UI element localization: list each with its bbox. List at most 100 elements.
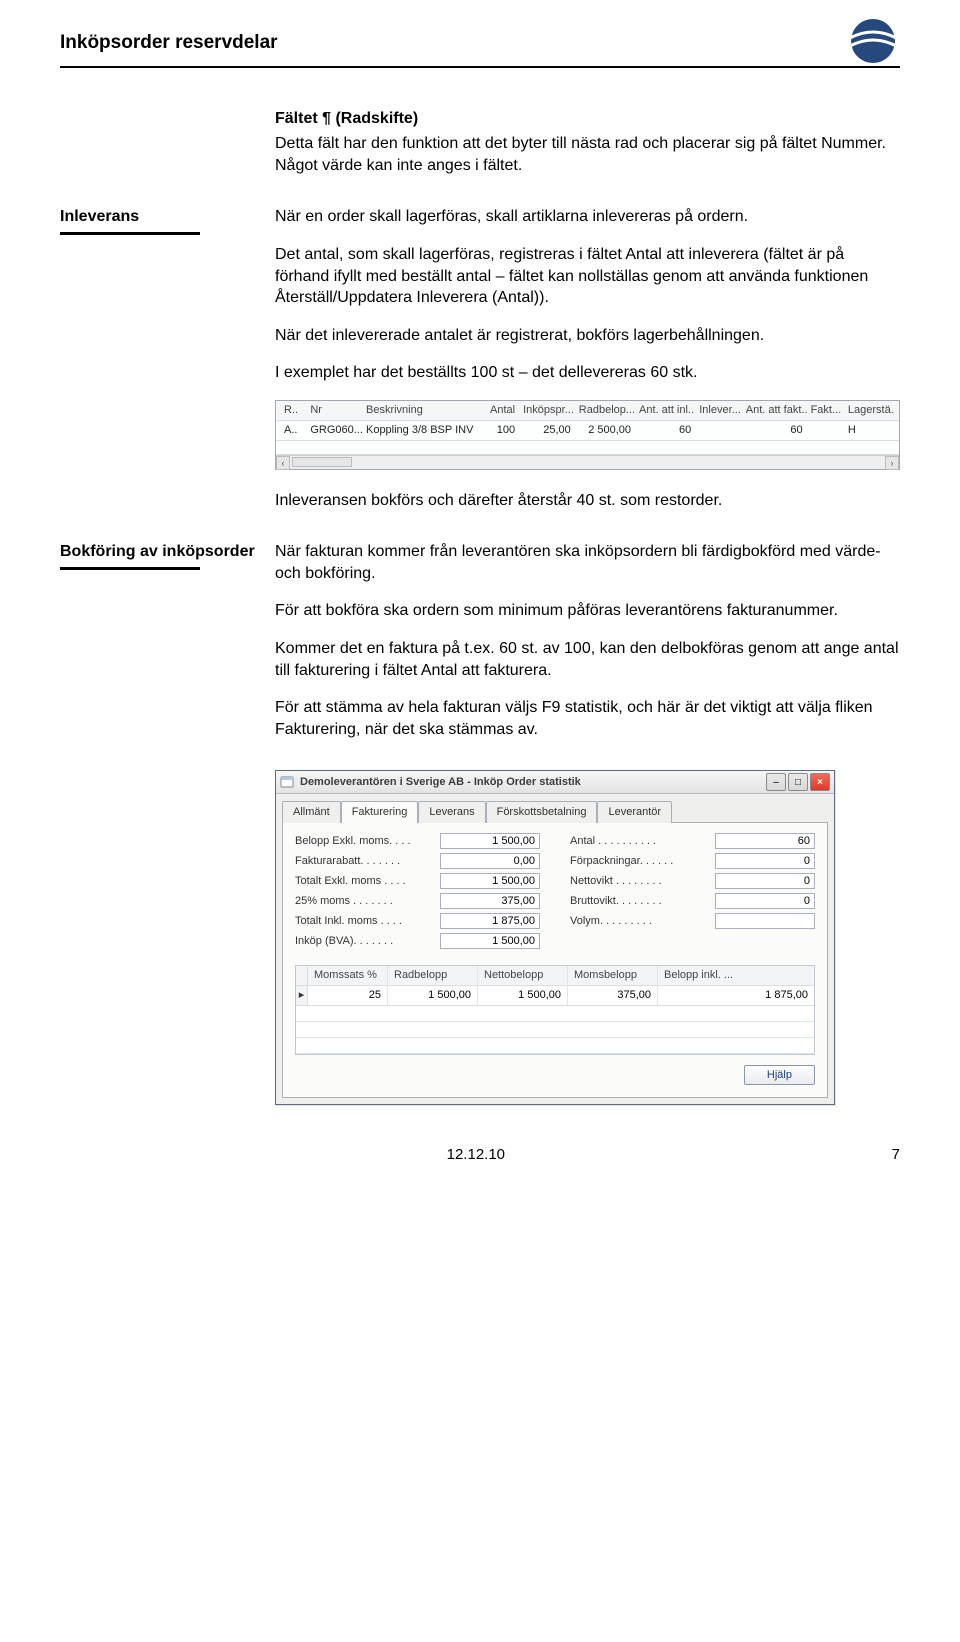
underline	[60, 232, 200, 235]
forpackningar-input[interactable]	[715, 853, 815, 869]
subtable-blank	[296, 1006, 814, 1022]
td: A..	[280, 423, 306, 438]
th: Radbelop...	[575, 403, 635, 418]
order-table-empty-row	[276, 441, 899, 455]
help-button[interactable]: Hjälp	[744, 1065, 815, 1085]
inleverans-p1: När en order skall lagerföras, skall art…	[275, 206, 900, 228]
field-label: Antal . . . . . . . . . .	[570, 834, 715, 849]
inleverans-p5: Inleveransen bokförs och därefter återst…	[275, 490, 900, 512]
bokforing-p3: Kommer det en faktura på t.ex. 60 st. av…	[275, 638, 900, 681]
td: 1 500,00	[388, 986, 478, 1005]
page-title: Inköpsorder reservdelar	[60, 30, 900, 56]
td: 1 875,00	[658, 986, 814, 1005]
fakturarabatt-input[interactable]	[440, 853, 540, 869]
field-label: Totalt Exkl. moms . . . .	[295, 874, 440, 889]
field-label: Volym. . . . . . . . .	[570, 914, 715, 929]
tab-fakturering[interactable]: Fakturering	[341, 801, 419, 823]
order-statistics-dialog: Demoleverantören i Sverige AB - Inköp Or…	[275, 770, 835, 1105]
subtable-row[interactable]: ▸ 25 1 500,00 1 500,00 375,00 1 875,00	[296, 986, 814, 1006]
scroll-right-icon[interactable]: ›	[885, 456, 899, 470]
section-radskifte: Fältet ¶ (Radskifte) Detta fält har den …	[60, 108, 900, 177]
td	[695, 423, 742, 438]
horizontal-scrollbar[interactable]: ‹ ›	[276, 455, 899, 469]
field-label: Inköp (BVA). . . . . . .	[295, 934, 440, 949]
bokforing-p2: För att bokföra ska ordern som minimum p…	[275, 600, 900, 622]
bruttovikt-input[interactable]	[715, 893, 815, 909]
minimize-button[interactable]: –	[766, 773, 786, 791]
td: 60	[742, 423, 807, 438]
th: Lagerstä.	[844, 403, 895, 418]
radskifte-body: Detta fält har den funktion att det byte…	[275, 133, 900, 176]
order-table-row[interactable]: A.. GRG060... Koppling 3/8 BSP INV 100 2…	[276, 421, 899, 441]
totalt-inkl-moms-input[interactable]	[440, 913, 540, 929]
page-footer: 12.12.10 7	[60, 1145, 900, 1165]
inleverans-p3: När det inlevererade antalet är registre…	[275, 325, 900, 347]
totalt-exkl-moms-input[interactable]	[440, 873, 540, 889]
field-label: Bruttovikt. . . . . . . .	[570, 894, 715, 909]
bokforing-side-label: Bokföring av inköpsorder	[60, 541, 320, 582]
th: Ant. att inl...	[635, 403, 695, 418]
footer-page-number: 7	[892, 1145, 900, 1165]
belopp-exkl-moms-input[interactable]	[440, 833, 540, 849]
td: Koppling 3/8 BSP INV	[362, 423, 482, 438]
subtable-blank	[296, 1038, 814, 1054]
scroll-left-icon[interactable]: ‹	[276, 456, 290, 470]
bokforing-p4: För att stämma av hela fakturan väljs F9…	[275, 697, 900, 740]
close-button[interactable]: ×	[810, 773, 830, 791]
th: Belopp inkl. ...	[658, 966, 814, 985]
row-marker-header	[296, 966, 308, 985]
td: 25	[308, 986, 388, 1005]
scroll-thumb[interactable]	[292, 457, 352, 467]
page-header: Inköpsorder reservdelar	[60, 30, 900, 68]
volym-input[interactable]	[715, 913, 815, 929]
tab-allmant[interactable]: Allmänt	[282, 801, 341, 823]
tab-forskottsbetalning[interactable]: Förskottsbetalning	[486, 801, 598, 823]
td: 100	[482, 423, 519, 438]
underline	[60, 567, 200, 570]
dialog-title: Demoleverantören i Sverige AB - Inköp Or…	[300, 775, 764, 790]
field-label: 25% moms . . . . . . .	[295, 894, 440, 909]
right-column: Antal . . . . . . . . . . Förpackningar.…	[570, 833, 815, 953]
td: GRG060...	[306, 423, 362, 438]
tab-leverantor[interactable]: Leverantör	[597, 801, 672, 823]
antal-input[interactable]	[715, 833, 815, 849]
th: Momssats %	[308, 966, 388, 985]
nettovikt-input[interactable]	[715, 873, 815, 889]
th: Inlever...	[695, 403, 742, 418]
dialog-tabs: Allmänt Fakturering Leverans Förskottsbe…	[276, 800, 834, 822]
field-label: Belopp Exkl. moms. . . .	[295, 834, 440, 849]
field-label: Fakturarabatt. . . . . . .	[295, 854, 440, 869]
th: Fakt...	[807, 403, 844, 418]
th: Beskrivning	[362, 403, 482, 418]
scroll-track[interactable]	[354, 456, 885, 469]
maximize-button[interactable]: □	[788, 773, 808, 791]
moms-25-input[interactable]	[440, 893, 540, 909]
td: 60	[635, 423, 695, 438]
inleverans-p2: Det antal, som skall lagerföras, registr…	[275, 244, 900, 309]
section-bokforing: Bokföring av inköpsorder När fakturan ko…	[60, 541, 900, 740]
td: 2 500,00	[575, 423, 635, 438]
order-table: R.. Nr Beskrivning Antal Inköpspr... Rad…	[275, 400, 900, 470]
row-marker-icon: ▸	[296, 986, 308, 1005]
inleverans-side-label: Inleverans	[60, 206, 260, 247]
th: Antal	[482, 403, 519, 418]
td	[807, 423, 844, 438]
footer-date: 12.12.10	[447, 1146, 505, 1163]
td: H	[844, 423, 895, 438]
td: 25,00	[519, 423, 575, 438]
section-inleverans: Inleverans När en order skall lagerföras…	[60, 206, 900, 511]
dialog-body: Belopp Exkl. moms. . . . Fakturarabatt. …	[282, 822, 828, 1098]
inleverans-p4: I exemplet har det beställts 100 st – de…	[275, 362, 900, 384]
dialog-titlebar[interactable]: Demoleverantören i Sverige AB - Inköp Or…	[276, 771, 834, 794]
subtable-blank	[296, 1022, 814, 1038]
th: Nettobelopp	[478, 966, 568, 985]
td: 375,00	[568, 986, 658, 1005]
inleverans-label: Inleverans	[60, 206, 260, 228]
th: Momsbelopp	[568, 966, 658, 985]
tab-leverans[interactable]: Leverans	[418, 801, 485, 823]
field-label: Förpackningar. . . . . .	[570, 854, 715, 869]
moms-subtable: Momssats % Radbelopp Nettobelopp Momsbel…	[295, 965, 815, 1055]
inkop-bva-input[interactable]	[440, 933, 540, 949]
th: R..	[280, 403, 306, 418]
left-column: Belopp Exkl. moms. . . . Fakturarabatt. …	[295, 833, 540, 953]
